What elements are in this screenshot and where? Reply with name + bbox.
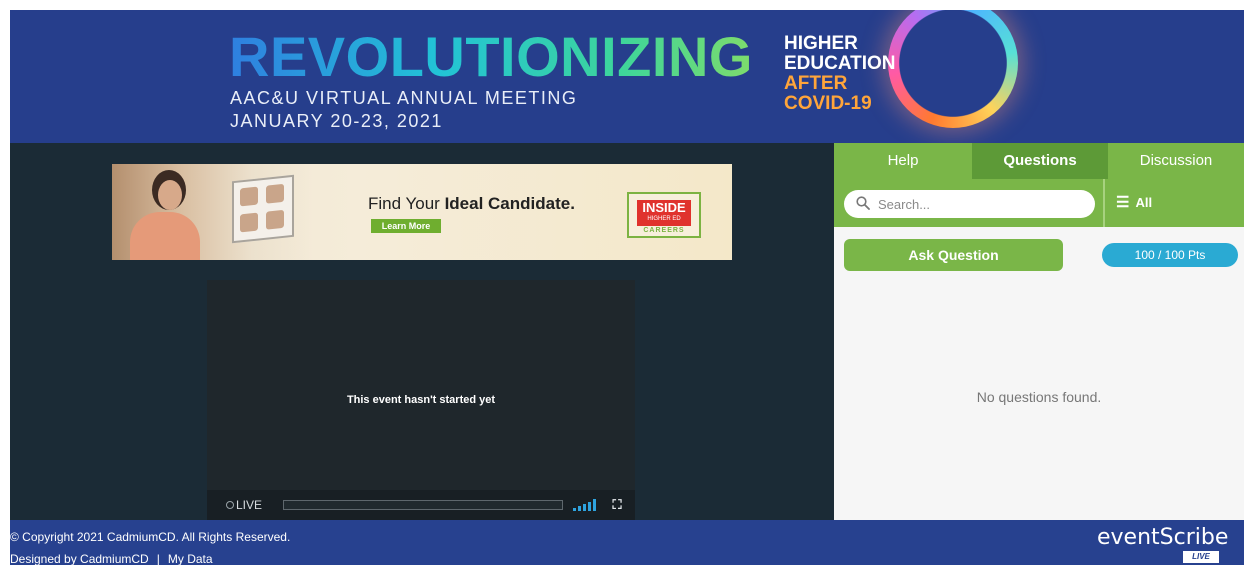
ad-logo-box: INSIDE HIGHER ED: [637, 200, 691, 226]
banner-theme-line3: AFTER: [784, 73, 848, 94]
ask-question-button[interactable]: Ask Question: [844, 239, 1063, 271]
question-toolbar: ☰ All: [834, 179, 1244, 227]
banner-theme-line4: COVID-19: [784, 93, 872, 114]
search-icon: [856, 196, 870, 210]
points-badge: 100 / 100 Pts: [1102, 243, 1238, 267]
banner-subtitle-meeting: AAC&U VIRTUAL ANNUAL MEETING: [230, 88, 578, 108]
banner-theme-line1: HIGHER: [784, 33, 858, 54]
empty-questions-message: No questions found.: [976, 389, 1102, 405]
video-stage: Find Your Ideal Candidate. Learn More IN…: [10, 143, 834, 520]
footer-separator: |: [156, 552, 160, 565]
sponsor-ad-banner[interactable]: Find Your Ideal Candidate. Learn More IN…: [112, 164, 732, 260]
ad-person-face: [158, 180, 182, 210]
eventscribe-live-badge: LIVE: [1183, 551, 1219, 563]
banner-theme: HIGHER EDUCATION AFTER COVID-19: [784, 34, 896, 114]
ad-logo-main: INSIDE: [642, 200, 686, 215]
seek-bar[interactable]: [283, 500, 563, 510]
filter-label: All: [1135, 195, 1153, 210]
ad-learn-more-button[interactable]: Learn More: [371, 219, 441, 233]
footer-links: Designed by CadmiumCD | My Data: [10, 552, 213, 565]
list-filter-icon: ☰: [1116, 194, 1130, 211]
ad-logo-small: HIGHER ED: [647, 216, 681, 222]
search-input[interactable]: [878, 194, 1078, 214]
player-status-message: This event hasn't started yet: [346, 394, 496, 406]
my-data-link[interactable]: My Data: [168, 552, 213, 565]
ad-headline-prefix: Find Your: [368, 194, 445, 213]
panel-tabs: Help Questions Discussion: [834, 143, 1244, 179]
banner-theme-line2: EDUCATION: [784, 53, 896, 74]
page-footer: © Copyright 2021 CadmiumCD. All Rights R…: [10, 520, 1244, 565]
filter-all-button[interactable]: ☰ All: [1116, 193, 1152, 211]
live-label: LIVE: [236, 498, 263, 512]
player-control-bar: LIVE ⛶: [207, 490, 635, 520]
ad-logo-careers: CAREERS: [643, 227, 685, 234]
tab-help[interactable]: Help: [834, 143, 972, 179]
ad-monitor-graphic: [232, 174, 294, 244]
banner-title: REVOLUTIONIZING: [229, 25, 753, 88]
copyright-text: © Copyright 2021 CadmiumCD. All Rights R…: [10, 530, 291, 544]
video-player[interactable]: This event hasn't started yet LIVE ⛶: [207, 280, 635, 520]
ad-photo: [112, 164, 312, 260]
banner-subtitle-dates: JANUARY 20-23, 2021: [230, 111, 443, 131]
volume-icon[interactable]: [573, 499, 597, 511]
live-indicator-icon: [226, 501, 234, 509]
toolbar-divider: [1103, 179, 1105, 227]
search-box[interactable]: [844, 190, 1095, 218]
tab-discussion[interactable]: Discussion: [1108, 143, 1244, 179]
ad-headline: Find Your Ideal Candidate.: [368, 194, 575, 214]
banner-ring-graphic: [888, 10, 1018, 128]
fullscreen-icon[interactable]: ⛶: [610, 498, 624, 512]
interaction-panel: Help Questions Discussion ☰ All Ask Quest…: [834, 143, 1244, 520]
tab-questions[interactable]: Questions: [972, 143, 1108, 179]
ad-logo: INSIDE HIGHER ED CAREERS: [627, 192, 701, 238]
ad-person-body: [130, 212, 200, 260]
ad-headline-bold: Ideal Candidate.: [444, 194, 575, 213]
eventscribe-logo: eventScribe: [1097, 525, 1229, 550]
event-banner: REVOLUTIONIZING AAC&U VIRTUAL ANNUAL MEE…: [10, 10, 1244, 143]
designed-by-link[interactable]: Designed by CadmiumCD: [10, 552, 149, 565]
